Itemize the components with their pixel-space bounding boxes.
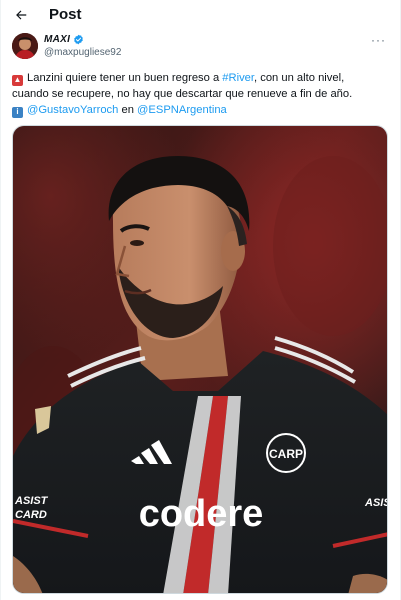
tweet-media-photo[interactable]: CARP codere ASIST CARD ASIS <box>12 125 388 594</box>
info-emoji-icon: i <box>12 106 23 118</box>
more-horizontal-icon: ··· <box>371 33 386 47</box>
svg-text:ASIS: ASIS <box>364 497 388 509</box>
tweet-text: ▲ Lanzini quiere tener un buen regreso a … <box>12 70 392 118</box>
svg-text:CARD: CARD <box>15 509 47 521</box>
svg-text:codere: codere <box>139 493 264 535</box>
top-bar: Post <box>1 0 401 30</box>
arrow-left-icon <box>16 10 27 20</box>
avatar-image <box>12 33 38 59</box>
svg-text:CARP: CARP <box>269 447 303 461</box>
mention-link-2[interactable]: @ESPNArgentina <box>137 104 227 116</box>
mention-link-1[interactable]: @GustavoYarroch <box>27 104 118 116</box>
author-name-row: MAXI <box>44 34 84 45</box>
svg-text:ASIST: ASIST <box>14 495 49 507</box>
more-options-button[interactable]: ··· <box>371 33 386 47</box>
post-page: Post MAXI @maxpugliese92 ··· ▲ Lanzini qu… <box>0 0 401 600</box>
avatar[interactable] <box>12 33 38 59</box>
tweet-line-3: i @GustavoYarroch en @ESPNArgentina <box>12 102 392 118</box>
verified-badge-icon <box>73 34 84 45</box>
tweet-line-2: cuando se recupere, no hay que descartar… <box>12 88 353 100</box>
tweet-line-1: ▲ Lanzini quiere tener un buen regreso a … <box>12 72 345 86</box>
hashtag-link[interactable]: #River <box>222 72 254 84</box>
back-button[interactable] <box>12 6 30 24</box>
player-photo: CARP codere ASIST CARD ASIS <box>13 126 388 593</box>
author-name[interactable]: MAXI <box>44 34 70 45</box>
page-title: Post <box>49 6 82 23</box>
siren-emoji-icon: ▲ <box>12 74 23 86</box>
author-handle[interactable]: @maxpugliese92 <box>44 47 121 58</box>
